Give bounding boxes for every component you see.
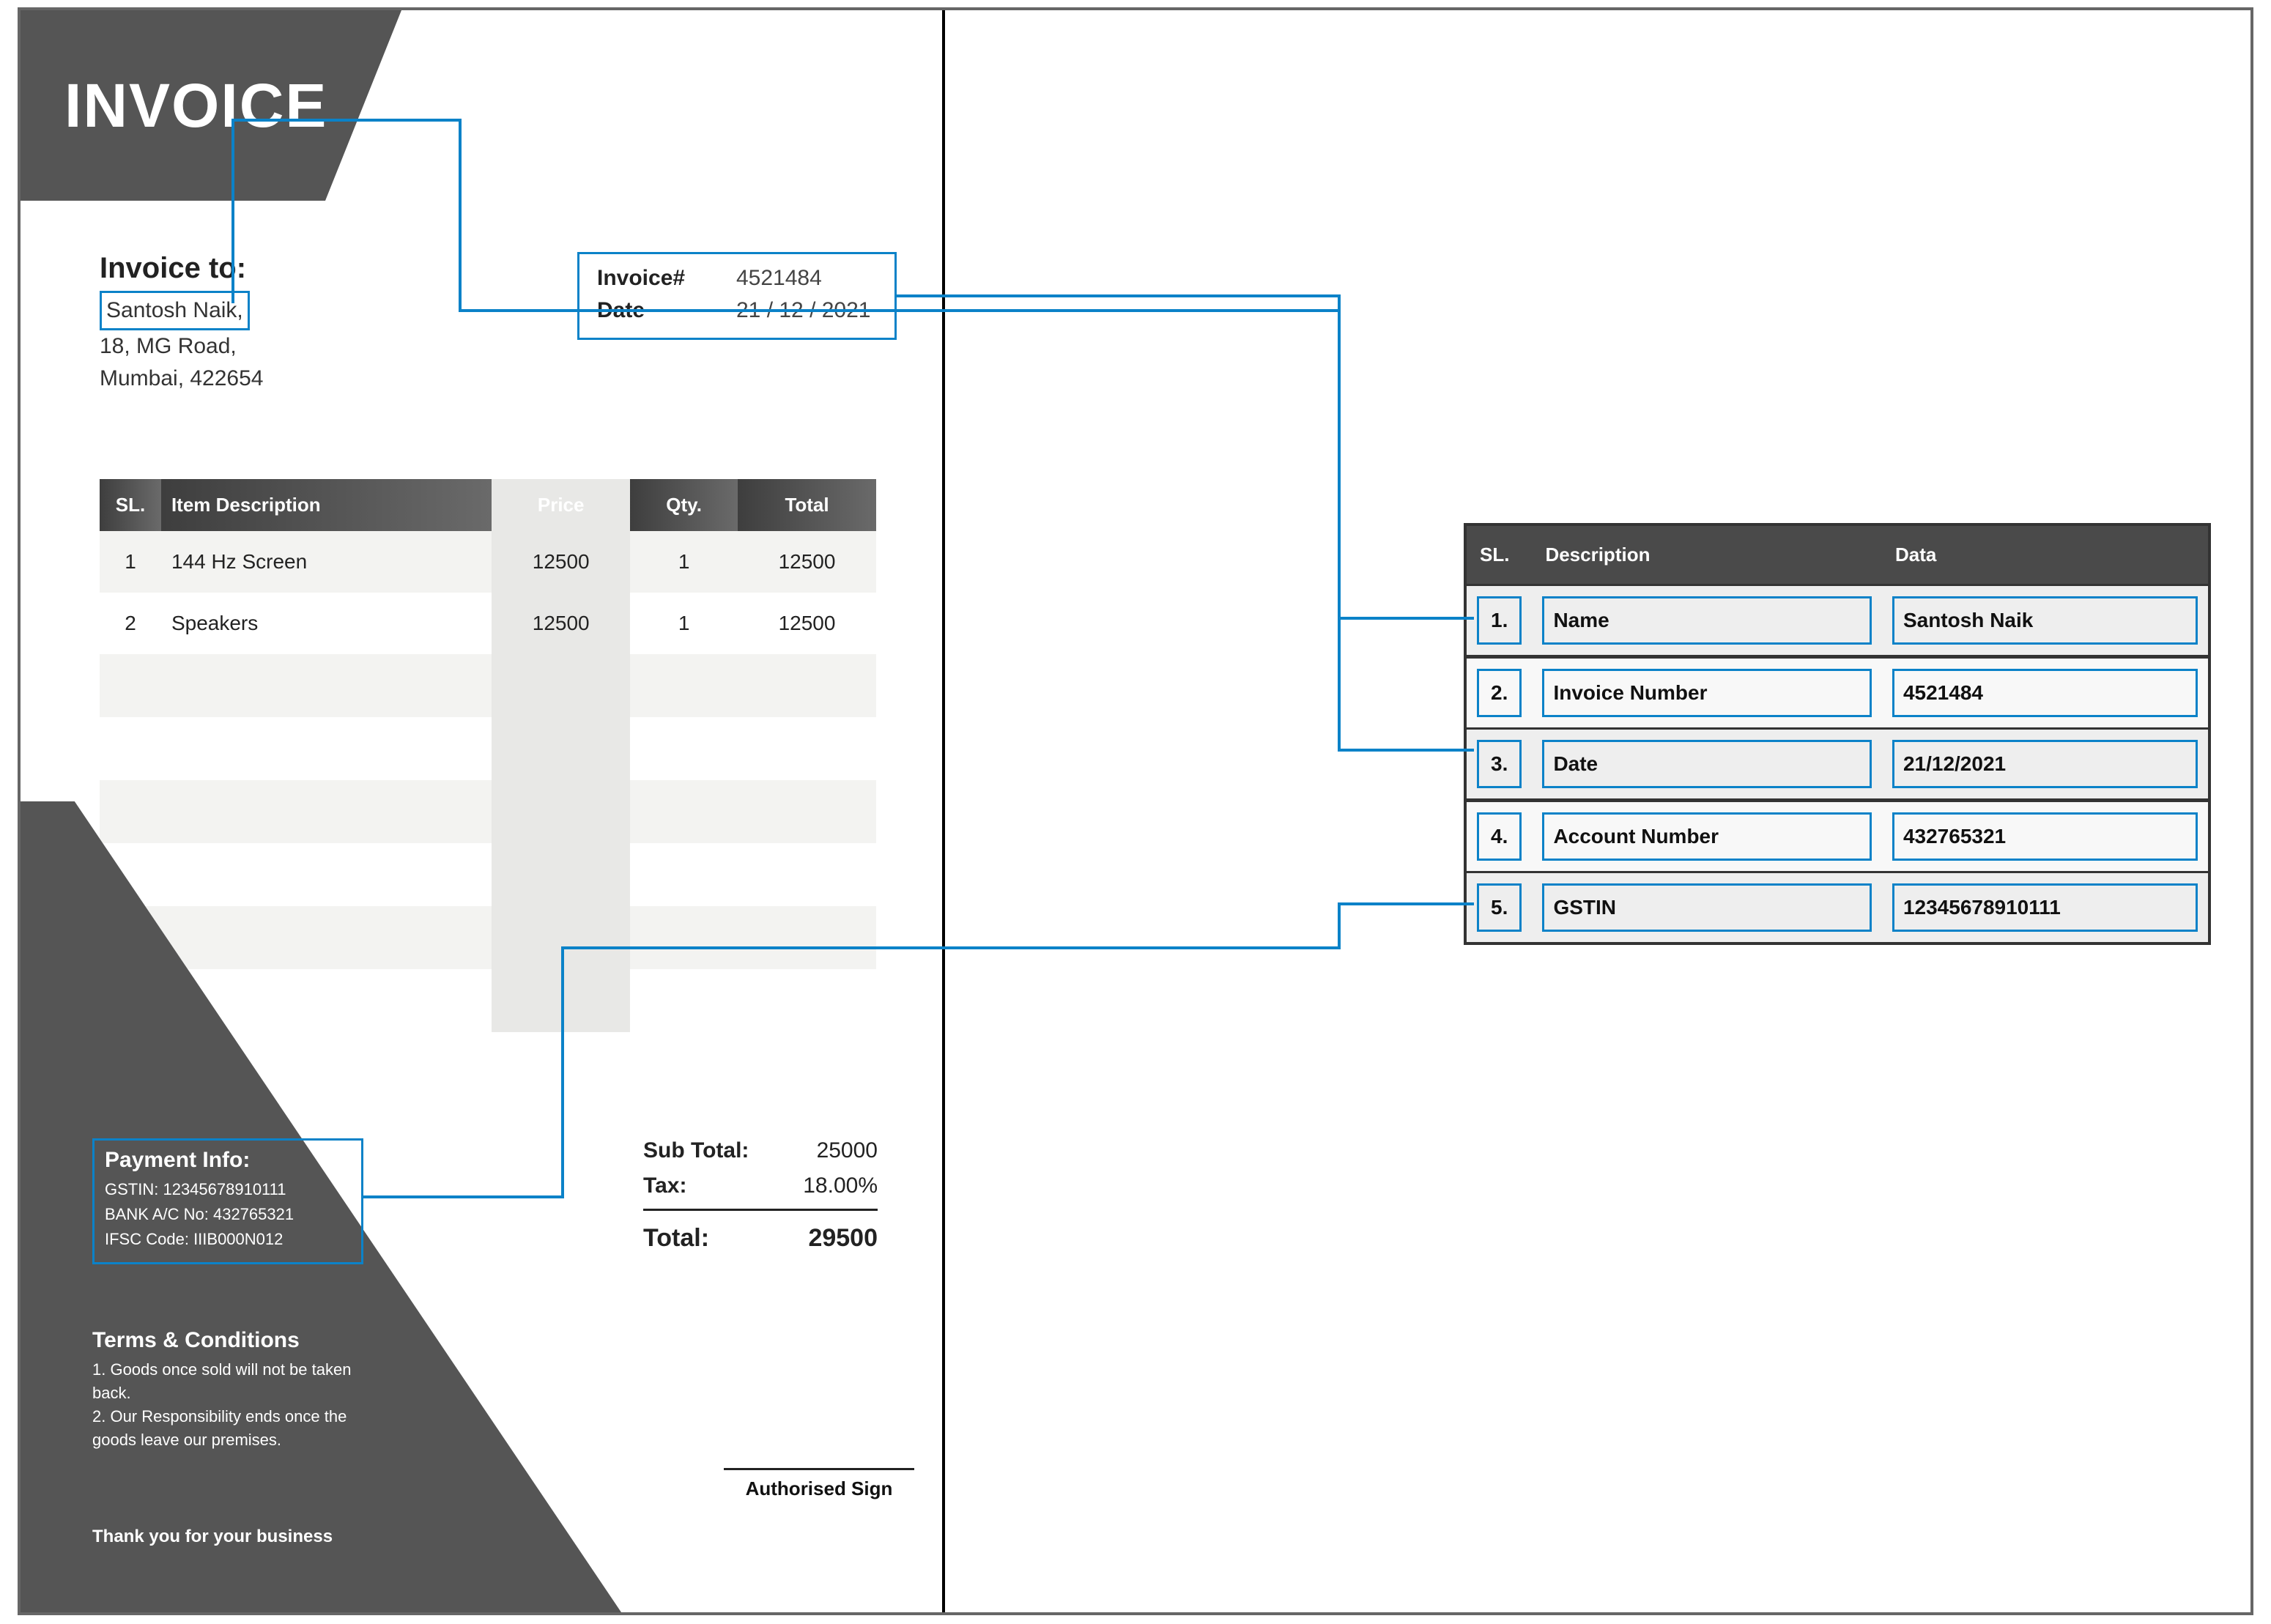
subtotal-label: Sub Total: xyxy=(643,1138,749,1163)
invoice-title: INVOICE xyxy=(64,70,327,141)
tax-label: Tax: xyxy=(643,1173,686,1198)
col-desc: Item Description xyxy=(161,479,492,531)
line-items-table: SL. Item Description Price Qty. Total 1 … xyxy=(100,479,876,1032)
terms-head: Terms & Conditions xyxy=(92,1329,385,1352)
invoice-document: INVOICE Invoice to: Santosh Naik, 18, MG… xyxy=(21,10,945,1612)
signature-block: Authorised Sign xyxy=(724,1468,914,1500)
col-qty: Qty. xyxy=(630,479,738,531)
payment-info-box: Payment Info: GSTIN: 12345678910111 BANK… xyxy=(92,1138,363,1264)
table-row xyxy=(100,717,876,780)
table-row: 4. Account Number 432765321 xyxy=(1465,801,2209,872)
table-row: 2 Speakers 12500 1 12500 xyxy=(100,593,876,654)
invoice-number-label: Invoice# xyxy=(597,266,714,291)
table-row: 3. Date 21/12/2021 xyxy=(1465,729,2209,801)
invoice-to-name: Santosh Naik, xyxy=(100,291,250,330)
invoice-date-value: 21 / 12 / 2021 xyxy=(736,298,871,323)
invoice-title-banner: INVOICE xyxy=(21,10,401,201)
tax-value: 18.00% xyxy=(803,1173,878,1198)
table-row xyxy=(100,906,876,969)
table-row xyxy=(100,780,876,843)
table-row: 2. Invoice Number 4521484 xyxy=(1465,657,2209,729)
ext-col-desc: Description xyxy=(1532,524,1882,585)
total-value: 29500 xyxy=(808,1224,878,1253)
payment-gstin: GSTIN: 12345678910111 xyxy=(105,1177,351,1202)
table-row: 1. Name Santosh Naik xyxy=(1465,585,2209,657)
ext-col-data: Data xyxy=(1882,524,2209,585)
invoice-number-value: 4521484 xyxy=(736,266,822,291)
invoice-to-label: Invoice to: xyxy=(100,252,263,285)
payment-info-head: Payment Info: xyxy=(105,1148,351,1173)
invoice-meta-box: Invoice# 4521484 Date 21 / 12 / 2021 xyxy=(577,252,897,340)
invoice-to-block: Invoice to: Santosh Naik, 18, MG Road, M… xyxy=(100,252,263,395)
totals-block: Sub Total: 25000 Tax: 18.00% Total: 2950… xyxy=(643,1138,878,1263)
payment-bank: BANK A/C No: 432765321 xyxy=(105,1202,351,1227)
ext-col-sl: SL. xyxy=(1465,524,1532,585)
col-sl: SL. xyxy=(100,479,161,531)
invoice-to-addr2: Mumbai, 422654 xyxy=(100,363,263,395)
table-row xyxy=(100,843,876,906)
payment-ifsc: IFSC Code: IIIB000N012 xyxy=(105,1227,351,1252)
terms-line1: 1. Goods once sold will not be taken bac… xyxy=(92,1358,385,1405)
subtotal-value: 25000 xyxy=(817,1138,878,1163)
invoice-to-addr1: 18, MG Road, xyxy=(100,330,263,363)
extracted-data-table: SL. Description Data 1. Name Santosh Nai… xyxy=(1464,523,2211,945)
thanks-text: Thank you for your business xyxy=(92,1527,333,1547)
invoice-date-label: Date xyxy=(597,298,714,323)
total-label: Total: xyxy=(643,1224,709,1253)
signature-label: Authorised Sign xyxy=(724,1477,914,1500)
table-row: 5. GSTIN 12345678910111 xyxy=(1465,872,2209,944)
col-total: Total xyxy=(738,479,876,531)
terms-block: Terms & Conditions 1. Goods once sold wi… xyxy=(92,1329,385,1452)
table-row xyxy=(100,654,876,717)
outer-frame: INVOICE Invoice to: Santosh Naik, 18, MG… xyxy=(18,7,2253,1615)
table-row: 1 144 Hz Screen 12500 1 12500 xyxy=(100,531,876,593)
col-price: Price xyxy=(492,479,630,531)
terms-line2: 2. Our Responsibility ends once the good… xyxy=(92,1405,385,1452)
